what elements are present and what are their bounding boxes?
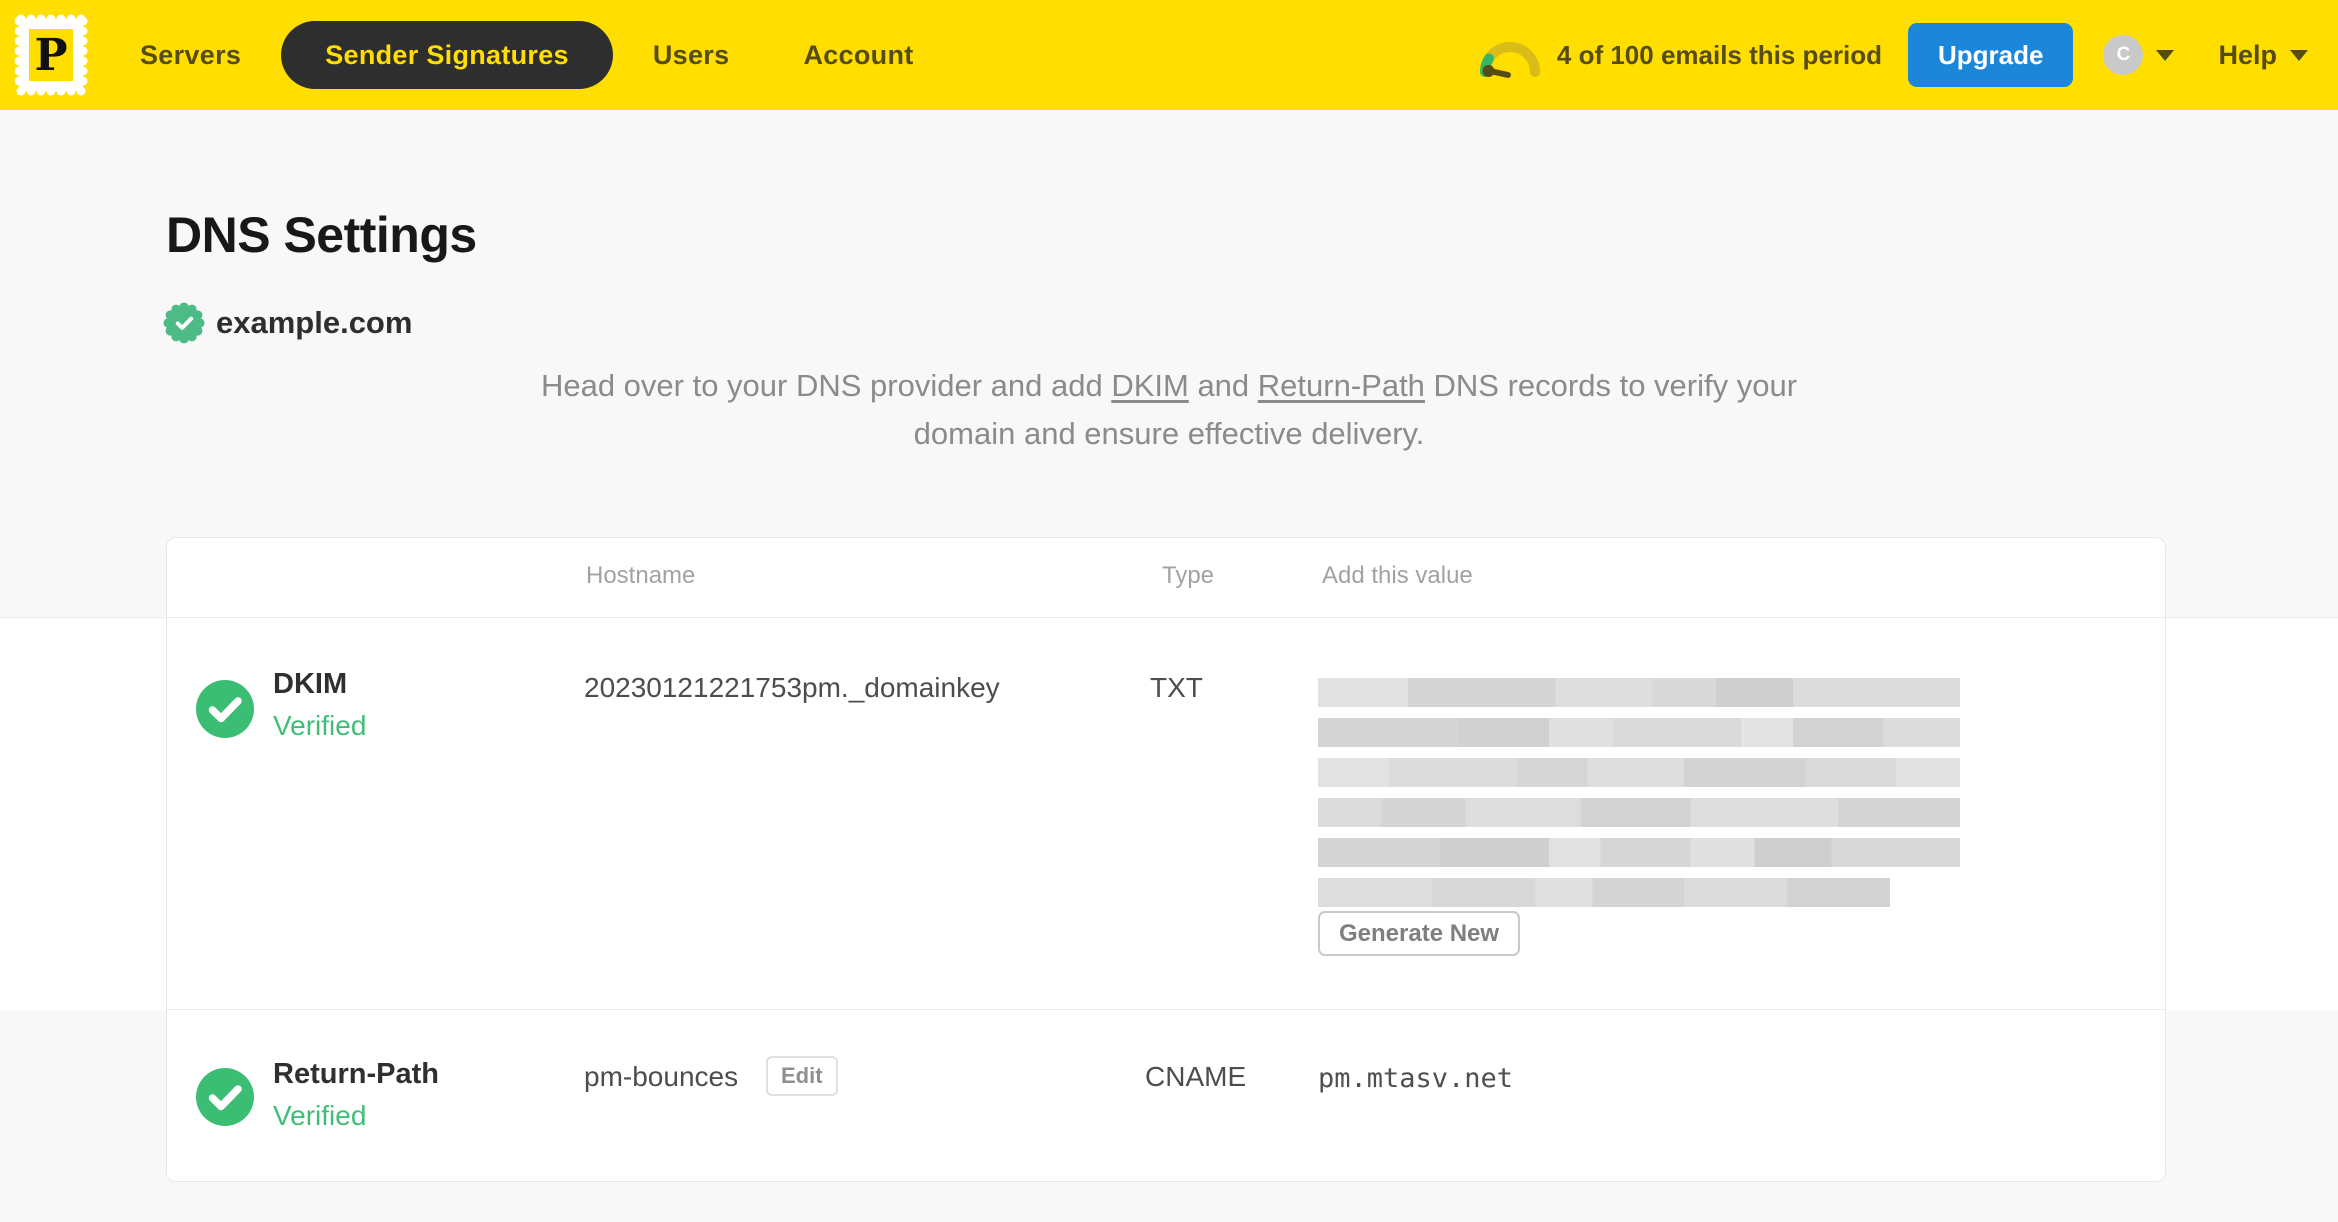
record-type-dkim: TXT (1150, 672, 1203, 703)
verified-seal-icon (163, 302, 205, 344)
edit-return-path-button[interactable]: Edit (766, 1056, 838, 1096)
return-path-link[interactable]: Return-Path (1258, 368, 1425, 403)
column-header-type: Type (1162, 562, 1215, 589)
help-menu[interactable]: Help (2218, 40, 2308, 71)
table-divider (167, 617, 2165, 618)
redacted-dkim-value (1318, 758, 1960, 787)
record-value-return-path: pm.mtasv.net (1318, 1063, 1514, 1094)
redacted-dkim-value (1318, 838, 1960, 867)
intro-part1: Head over to your DNS provider and add (540, 368, 1112, 403)
column-header-add-this-value: Add this value (1322, 562, 1473, 589)
chevron-down-icon (2290, 49, 2308, 61)
nav-item-servers[interactable]: Servers (140, 40, 241, 71)
postmark-app: P Servers Sender Signatures Users Accoun… (0, 0, 2338, 1222)
table-divider (167, 1009, 2165, 1010)
column-header-hostname: Hostname (586, 562, 696, 589)
record-name-dkim: DKIM (273, 668, 348, 700)
chevron-down-icon (2156, 49, 2175, 61)
page-title: DNS Settings (166, 207, 477, 263)
dkim-link[interactable]: DKIM (1111, 368, 1189, 403)
postmark-stamp-logo[interactable]: P (12, 12, 90, 98)
header-right-cluster: 4 of 100 emails this period Upgrade C He… (1477, 23, 2308, 87)
redacted-dkim-value (1318, 678, 1960, 707)
usage-gauge-icon (1479, 42, 1540, 78)
verified-domain: example.com (163, 302, 412, 344)
record-status-dkim: Verified (273, 710, 367, 741)
logo-letter: P (34, 30, 67, 81)
nav-item-users[interactable]: Users (653, 40, 730, 71)
generate-new-button[interactable]: Generate New (1318, 911, 1521, 956)
upgrade-button[interactable]: Upgrade (1908, 23, 2074, 87)
help-label: Help (2218, 39, 2277, 70)
record-hostname-return-path: pm-bounces (584, 1061, 739, 1092)
redacted-dkim-value (1318, 878, 1890, 907)
usage-status-text: 4 of 100 emails this period (1556, 39, 1883, 70)
record-name-return-path: Return-Path (273, 1058, 439, 1090)
redacted-dkim-value (1318, 798, 1960, 827)
avatar[interactable]: C (2103, 35, 2144, 75)
verified-check-icon (196, 1068, 254, 1126)
account-menu[interactable]: C (2103, 35, 2175, 75)
intro-text: Head over to your DNS provider and add D… (0, 362, 2338, 458)
verified-check-icon (196, 680, 254, 738)
record-status-return-path: Verified (273, 1100, 367, 1131)
record-hostname-dkim: 20230121221753pm._domainkey (584, 672, 1000, 703)
record-type-return-path: CNAME (1145, 1061, 1247, 1092)
nav-item-sender-signatures-active[interactable]: Sender Signatures (281, 21, 613, 89)
domain-name: example.com (216, 305, 413, 340)
top-nav-bar: P Servers Sender Signatures Users Accoun… (0, 0, 2338, 110)
intro-part2: and (1188, 368, 1258, 403)
main-content: DNS Settings example.com Head over to yo… (0, 110, 2338, 1222)
nav-item-account[interactable]: Account (803, 40, 913, 71)
redacted-dkim-value (1318, 718, 1960, 747)
